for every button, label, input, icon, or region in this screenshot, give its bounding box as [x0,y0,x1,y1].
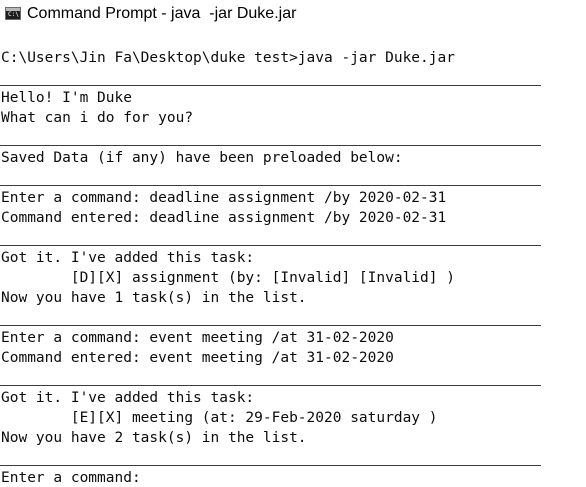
cmd-icon-prompt: C:\ [8,11,19,18]
task-entry: [D][X] assignment (by: [Invalid] [Invali… [1,270,455,286]
separator-line [0,145,541,146]
command-echo-line: Command entered: deadline assignment /by… [1,210,447,226]
active-command-prompt[interactable]: Enter a command: [1,468,149,487]
preload-notice: Saved Data (if any) have been preloaded … [1,150,403,166]
cmd-icon[interactable]: C:\ [5,7,21,20]
command-prompt-line: Enter a command: deadline assignment /by… [1,190,447,206]
task-added-header: Got it. I've added this task: [1,250,255,266]
separator-line [0,245,541,246]
separator-line [0,85,541,86]
separator-line [0,185,541,186]
task-count: Now you have 2 task(s) in the list. [1,430,307,446]
separator-line [0,465,541,466]
greeting-line-1: Hello! I'm Duke [1,90,132,106]
task-entry: [E][X] meeting (at: 29-Feb-2020 saturday… [1,410,438,426]
command-prompt-line: Enter a command: event meeting /at 31-02… [1,330,394,346]
task-count: Now you have 1 task(s) in the list. [1,290,307,306]
title-bar[interactable]: C:\ Command Prompt - java -jar Duke.jar [0,0,586,28]
greeting-line-2: What can i do for you? [1,110,194,126]
console-output[interactable]: C:\Users\Jin Fa\Desktop\duke test>java -… [0,28,586,487]
command-line: C:\Users\Jin Fa\Desktop\duke test>java -… [1,50,455,66]
task-added-header: Got it. I've added this task: [1,390,255,406]
command-prompt-window: C:\ Command Prompt - java -jar Duke.jar … [0,0,586,487]
separator-line [0,325,541,326]
command-echo-line: Command entered: event meeting /at 31-02… [1,350,394,366]
window-title: Command Prompt - java -jar Duke.jar [27,5,297,22]
separator-line [0,385,541,386]
